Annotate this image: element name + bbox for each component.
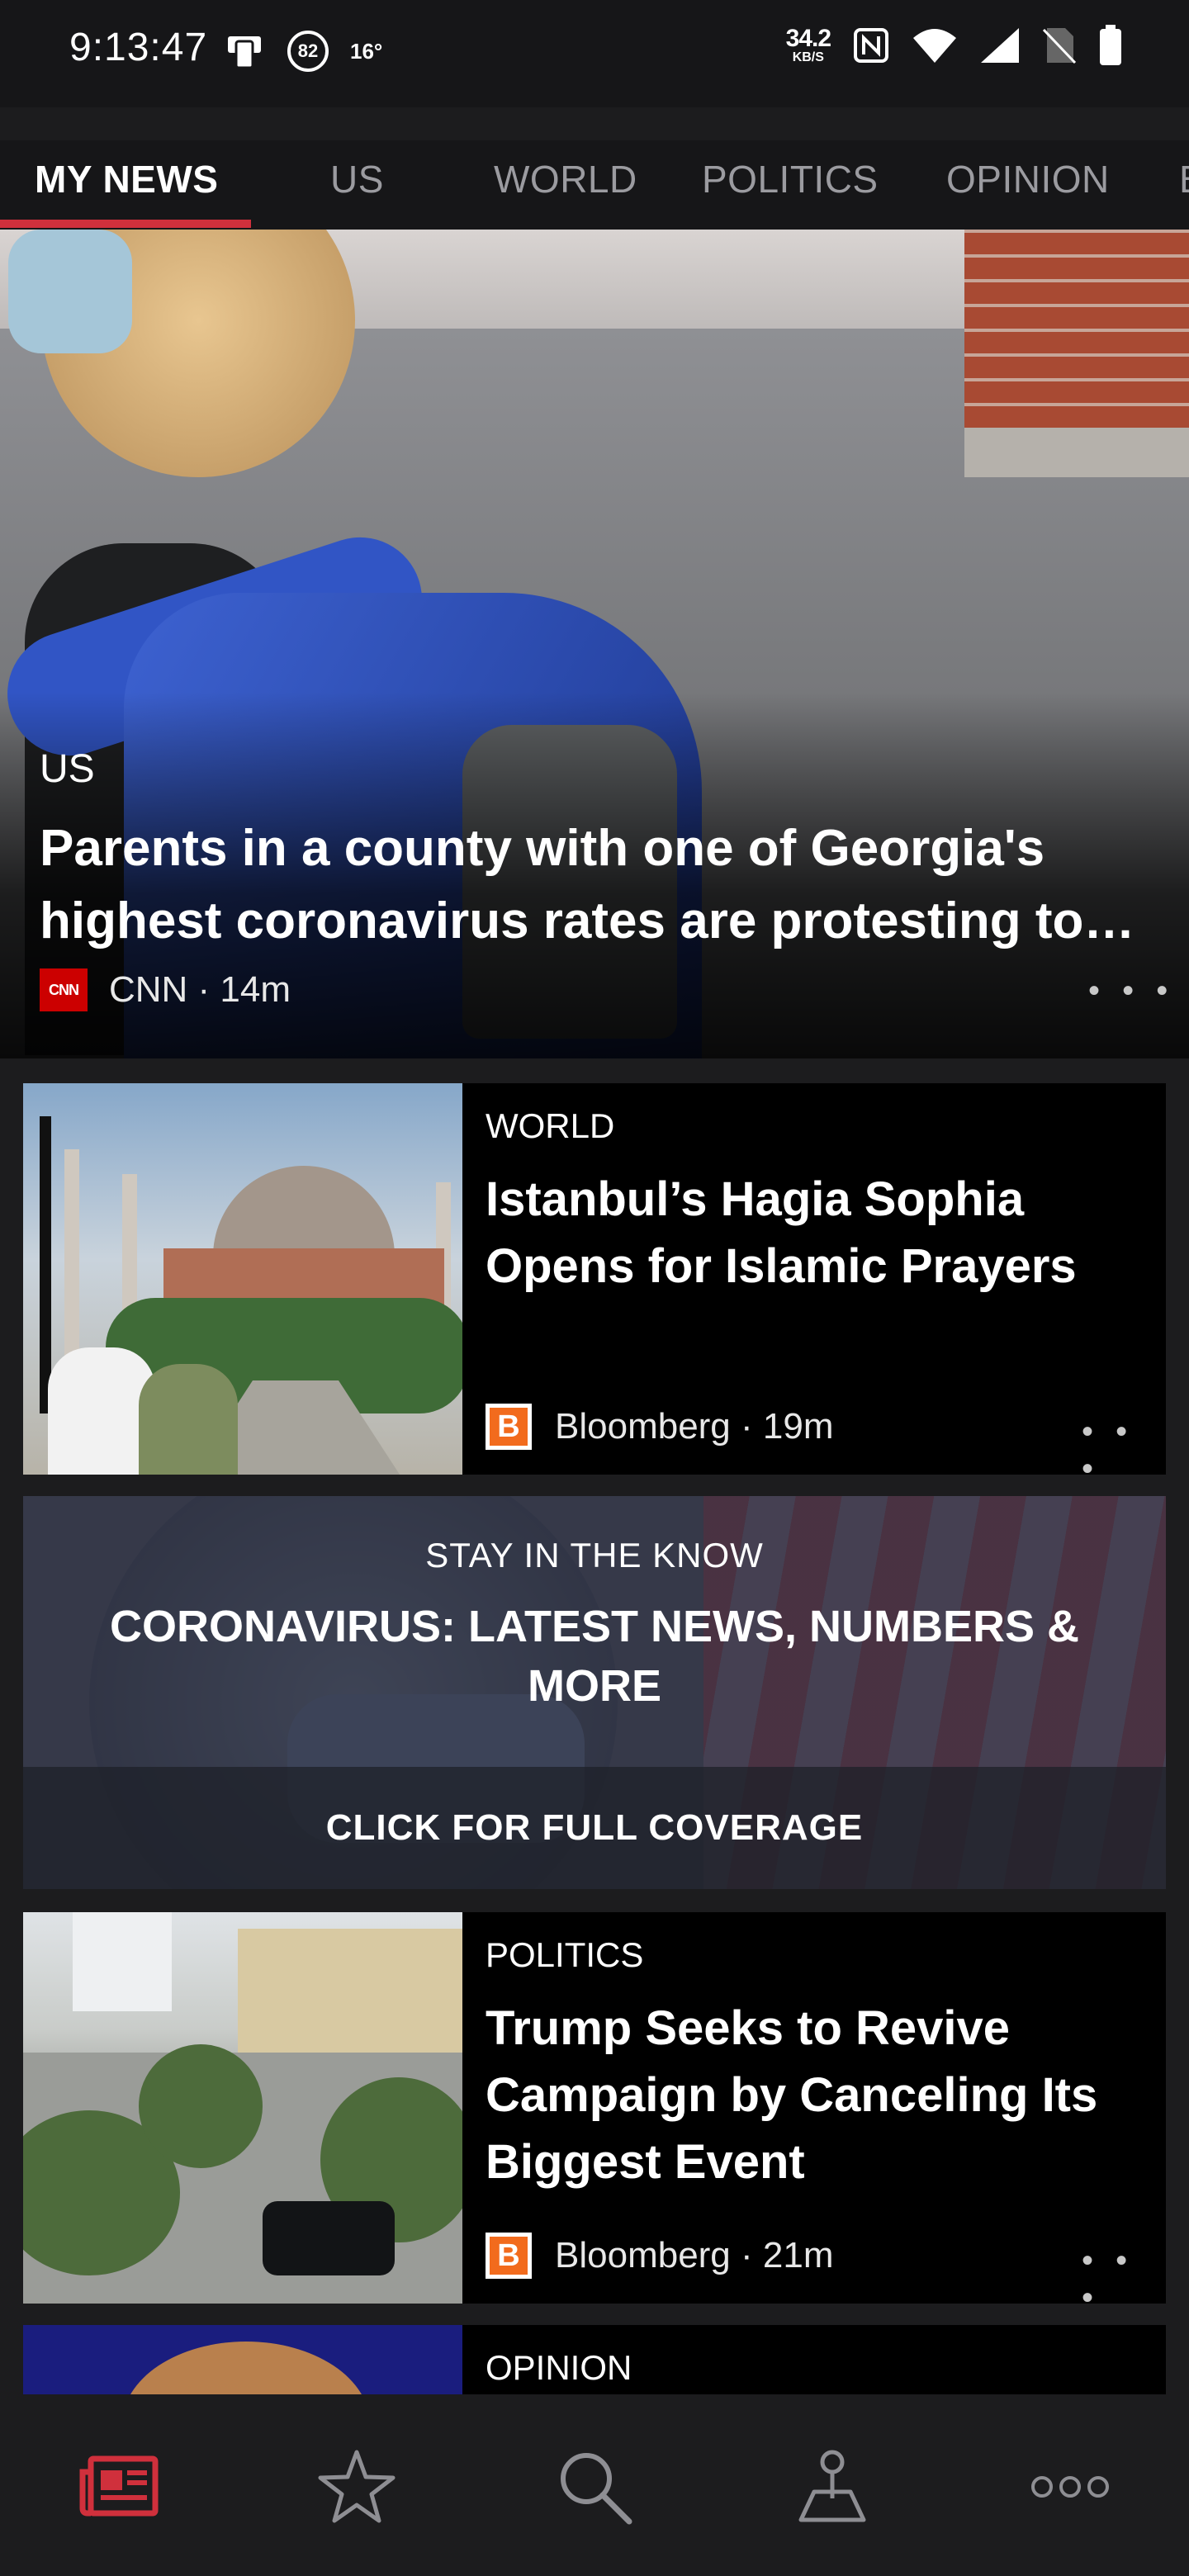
bloomberg-logo: B [486, 2233, 532, 2279]
palm-tree [139, 2044, 263, 2168]
card-title[interactable]: Istanbul’s Hagia Sophia Opens for Islami… [486, 1166, 1138, 1300]
parking-lot-image [23, 1912, 462, 2304]
article-card-politics[interactable]: POLITICS Trump Seeks to Revive Campaign … [23, 1912, 1166, 2304]
person-woman [139, 1364, 238, 1475]
hero-more-options-button[interactable]: • • • [1088, 973, 1174, 1010]
hero-image-mask [8, 230, 132, 353]
tab-opinion[interactable]: OPINION [946, 157, 1110, 201]
tab-world[interactable]: WORLD [494, 157, 637, 201]
nav-search-button[interactable] [545, 2437, 644, 2536]
nav-local-button[interactable] [783, 2437, 882, 2536]
full-coverage-button[interactable]: CLICK FOR FULL COVERAGE [23, 1767, 1166, 1889]
bloomberg-logo: B [486, 1404, 532, 1450]
network-speed-value: 34.2 [785, 25, 831, 52]
notification-count-badge: 82 [287, 31, 329, 72]
status-time: 9:13:47 [69, 26, 208, 69]
no-sim-icon [1042, 28, 1077, 64]
notification-phone-icon [228, 36, 261, 69]
hero-image-wall-base [964, 428, 1189, 477]
card-source: B Bloomberg · 21m [486, 2233, 833, 2279]
street-lamp [40, 1116, 51, 1413]
active-tab-indicator [0, 220, 251, 228]
building [238, 1929, 462, 2053]
person-head [122, 2342, 370, 2394]
search-icon [561, 2453, 632, 2525]
card-category: POLITICS [486, 1935, 644, 1974]
hero-image-brick-wall [964, 230, 1189, 428]
bloomberg-logo-letter: B [490, 2237, 528, 2275]
opinion-image [23, 2325, 462, 2394]
network-speed-unit: KB/S [792, 50, 824, 64]
battery-icon [1100, 25, 1121, 65]
cnn-logo: CNN [40, 968, 88, 1011]
coronavirus-coverage-banner[interactable]: STAY IN THE KNOW CORONAVIRUS: LATEST NEW… [23, 1496, 1166, 1889]
hero-category: US [40, 747, 95, 791]
article-card-world[interactable]: WORLD Istanbul’s Hagia Sophia Opens for … [23, 1083, 1166, 1475]
status-bar: 9:13:47 82 16° 34.2 KB/S [0, 0, 1189, 107]
tab-us[interactable]: US [330, 157, 384, 201]
card-source-time: Bloomberg · 19m [555, 1406, 834, 1447]
status-temperature: 16° [350, 38, 383, 64]
news-icon [79, 2455, 159, 2517]
status-right-icons: 34.2 KB/S [786, 25, 1123, 66]
card-category: WORLD [486, 1106, 615, 1145]
more-icon [1031, 2476, 1109, 2498]
star-icon [318, 2450, 396, 2523]
nfc-icon [854, 28, 888, 63]
card-title[interactable]: Trump Seeks to Revive Campaign by Cancel… [486, 1995, 1138, 2195]
banner-title: CORONAVIRUS: LATEST NEWS, NUMBERS & MORE [110, 1602, 1079, 1711]
tab-my-news[interactable]: MY NEWS [35, 157, 218, 201]
network-speed: 34.2 KB/S [786, 26, 831, 64]
minaret [64, 1149, 79, 1380]
car [263, 2201, 395, 2275]
bottom-navigation [0, 2394, 1189, 2576]
nav-news-button[interactable] [69, 2437, 168, 2536]
hero-source-time: CNN · 14m [109, 969, 291, 1010]
card-more-options-button[interactable]: • • • [1082, 2242, 1166, 2304]
wifi-icon [913, 29, 956, 63]
card-more-options-button[interactable]: • • • [1082, 1413, 1166, 1475]
nav-favorites-button[interactable] [307, 2437, 406, 2536]
building [73, 1912, 172, 2011]
status-left-icons: 82 16° [223, 30, 382, 73]
hero-title[interactable]: Parents in a county with one of Georgia'… [40, 812, 1163, 958]
card-source: B Bloomberg · 19m [486, 1404, 833, 1450]
card-category: OPINION [486, 2348, 632, 2387]
section-tabs: MY NEWS US WORLD POLITICS OPINION B [0, 140, 1189, 230]
tab-politics[interactable]: POLITICS [702, 157, 879, 201]
nav-more-button[interactable] [1021, 2437, 1120, 2536]
banner-kicker: STAY IN THE KNOW [425, 1536, 764, 1574]
hero-source: CNN CNN · 14m [40, 968, 291, 1011]
article-card-opinion[interactable]: OPINION [23, 2325, 1166, 2394]
hagia-sophia-image [23, 1083, 462, 1475]
signal-icon [981, 28, 1019, 63]
card-source-time: Bloomberg · 21m [555, 2235, 834, 2275]
bloomberg-logo-letter: B [490, 1408, 528, 1446]
hero-article[interactable]: US Parents in a county with one of Georg… [0, 230, 1189, 1058]
local-map-icon [798, 2450, 866, 2522]
tab-next[interactable]: B [1179, 157, 1189, 201]
